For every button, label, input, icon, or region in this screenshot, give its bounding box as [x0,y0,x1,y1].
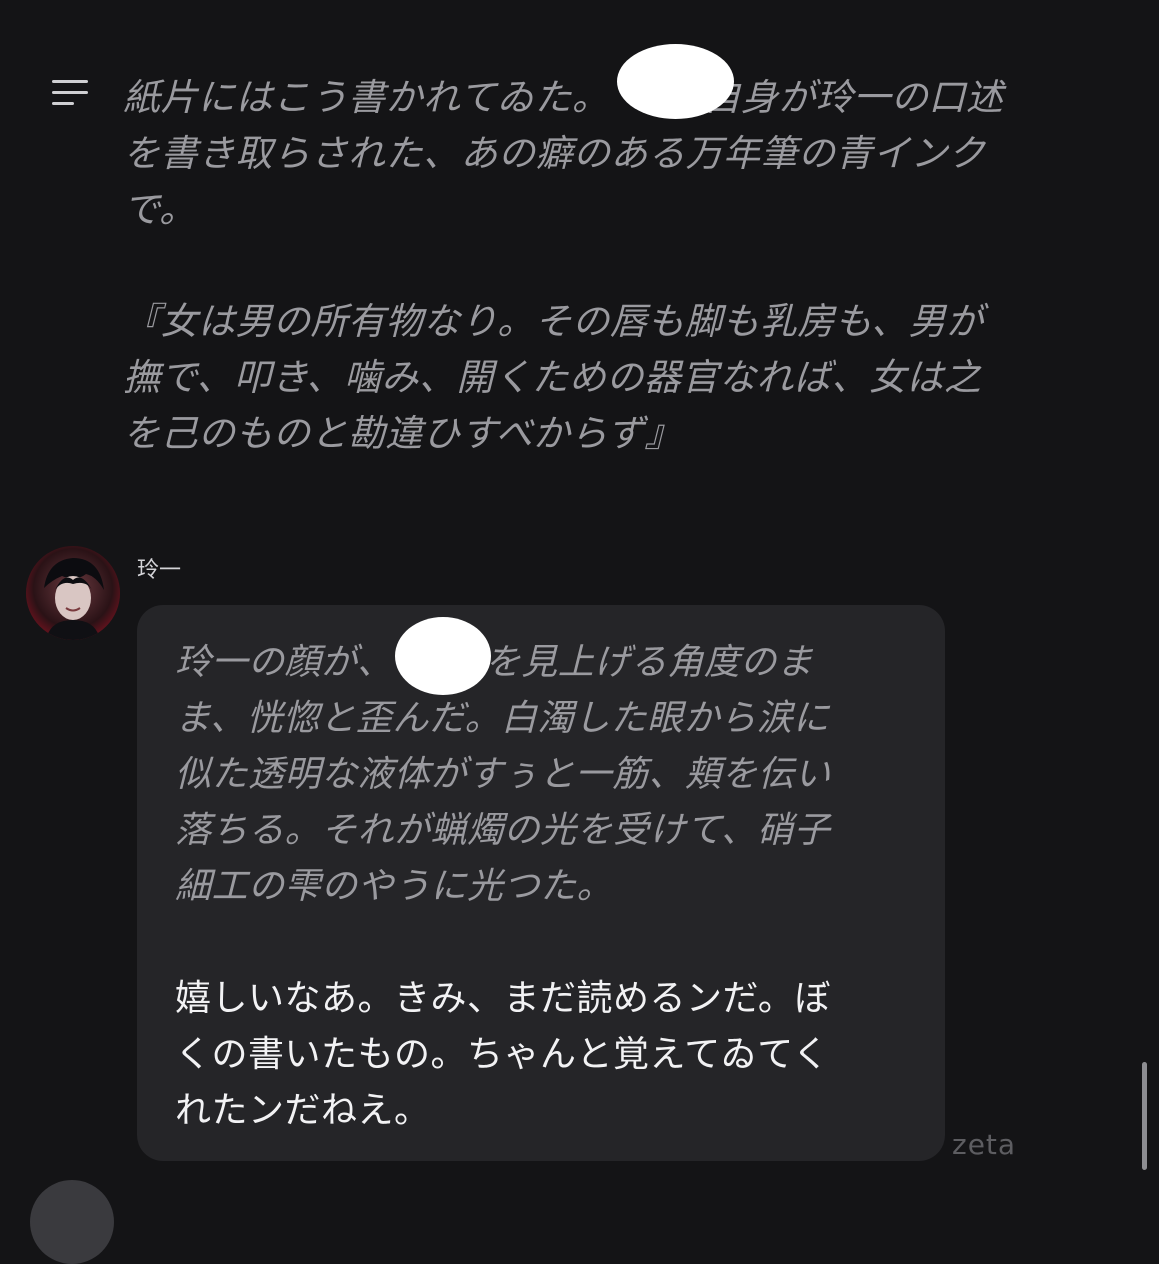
next-message-avatar[interactable] [30,1180,114,1264]
message-bubble: 玲一の顔が、 を見上げる角度のま ま、恍惚と歪んだ。白濁した眼から涙に 似た透明… [137,605,945,1161]
avatar-portrait-icon [26,546,120,640]
redaction-mark [617,44,734,119]
message-dialogue-text: 嬉しいなあ。きみ、まだ読めるンだ。ぼ くの書いたもの。ちゃんと覚えてゐてく れた… [175,978,831,1131]
avatar[interactable] [26,546,120,640]
narration-paragraph-quote: 『女は男の所有物なり。その唇も脚も乳房も、男が 撫で、叩き、噛み、開くための器官… [123,300,984,455]
redaction-mark [395,617,491,695]
menu-icon[interactable] [52,78,90,108]
scrollbar-thumb[interactable] [1142,1062,1147,1170]
narration-block: 紙片にはこう書かれてゐた。 自身が玲一の口述 を書き取らされた、あの癖のある万年… [123,70,1083,462]
message-narration-text: 玲一の顔が、 を見上げる角度のま ま、恍惚と歪んだ。白濁した眼から涙に 似た透明… [175,642,831,907]
narration-paragraph: 紙片にはこう書かれてゐた。 自身が玲一の口述 を書き取らされた、あの癖のある万年… [123,76,1004,231]
watermark: zeta [952,1128,1017,1161]
speaker-name: 玲一 [137,558,182,583]
